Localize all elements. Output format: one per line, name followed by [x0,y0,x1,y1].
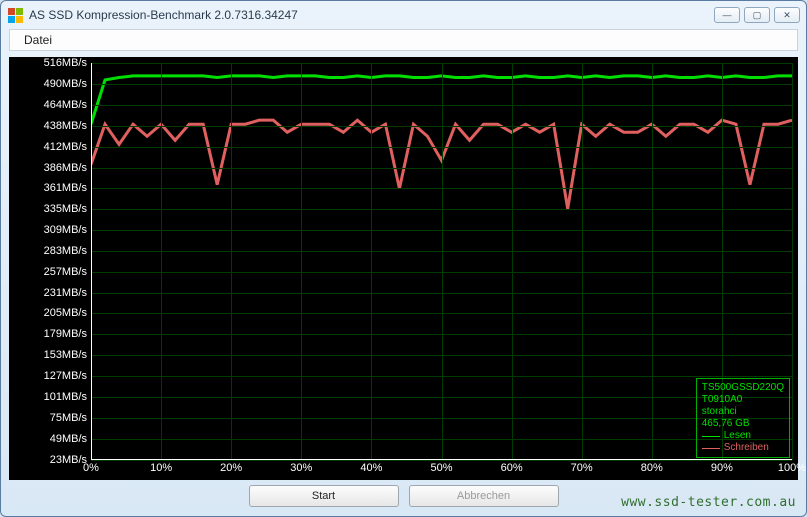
x-tick-label: 70% [571,462,593,474]
y-tick-label: 179MB/s [44,328,87,340]
abort-button[interactable]: Abbrechen [409,485,559,507]
plot-area [91,63,792,460]
x-tick-label: 40% [360,462,382,474]
legend-write-swatch [702,448,720,449]
legend-read-label: Lesen [724,430,751,442]
window-title: AS SSD Kompression-Benchmark 2.0.7316.34… [29,8,714,22]
legend-write-row: Schreiben [702,442,784,454]
y-tick-label: 153MB/s [44,349,87,361]
y-tick-label: 464MB/s [44,99,87,111]
y-tick-label: 516MB/s [44,57,87,69]
y-tick-label: 257MB/s [44,266,87,278]
legend-device: TS500GSSD220Q [702,382,784,394]
footer: Start Abbrechen www.ssd-tester.com.au [1,482,806,516]
y-tick-label: 335MB/s [44,203,87,215]
legend-capacity: 465,76 GB [702,418,784,430]
legend-driver: storahci [702,406,784,418]
x-tick-label: 60% [501,462,523,474]
y-tick-label: 205MB/s [44,307,87,319]
y-tick-label: 49MB/s [50,433,87,445]
legend-read-row: Lesen [702,430,784,442]
app-window: AS SSD Kompression-Benchmark 2.0.7316.34… [0,0,807,517]
minimize-button[interactable]: — [714,7,740,23]
legend-box: TS500GSSD220Q T0910A0 storahci 465,76 GB… [696,378,790,458]
y-tick-label: 361MB/s [44,182,87,194]
x-tick-label: 50% [430,462,452,474]
titlebar: AS SSD Kompression-Benchmark 2.0.7316.34… [1,1,806,29]
y-tick-label: 101MB/s [44,391,87,403]
x-tick-label: 10% [150,462,172,474]
y-tick-label: 438MB/s [44,120,87,132]
y-tick-label: 127MB/s [44,370,87,382]
legend-write-label: Schreiben [724,442,769,454]
x-tick-label: 20% [220,462,242,474]
y-tick-label: 412MB/s [44,141,87,153]
start-button[interactable]: Start [249,485,399,507]
y-tick-label: 75MB/s [50,412,87,424]
x-tick-label: 90% [711,462,733,474]
y-tick-label: 490MB/s [44,78,87,90]
app-icon [7,7,23,23]
y-tick-label: 386MB/s [44,162,87,174]
y-tick-label: 23MB/s [50,454,87,466]
watermark: www.ssd-tester.com.au [621,495,796,510]
x-tick-label: 0% [83,462,99,474]
maximize-button[interactable]: ▢ [744,7,770,23]
x-tick-label: 80% [641,462,663,474]
legend-firmware: T0910A0 [702,394,784,406]
y-tick-label: 283MB/s [44,245,87,257]
close-button[interactable]: ✕ [774,7,800,23]
x-tick-label: 30% [290,462,312,474]
chart-area: TS500GSSD220Q T0910A0 storahci 465,76 GB… [9,57,798,480]
window-controls: — ▢ ✕ [714,7,800,23]
y-tick-label: 309MB/s [44,224,87,236]
x-tick-label: 100% [778,462,806,474]
menubar: Datei [9,29,798,51]
menu-file[interactable]: Datei [18,31,58,49]
y-tick-label: 231MB/s [44,287,87,299]
legend-read-swatch [702,436,720,437]
